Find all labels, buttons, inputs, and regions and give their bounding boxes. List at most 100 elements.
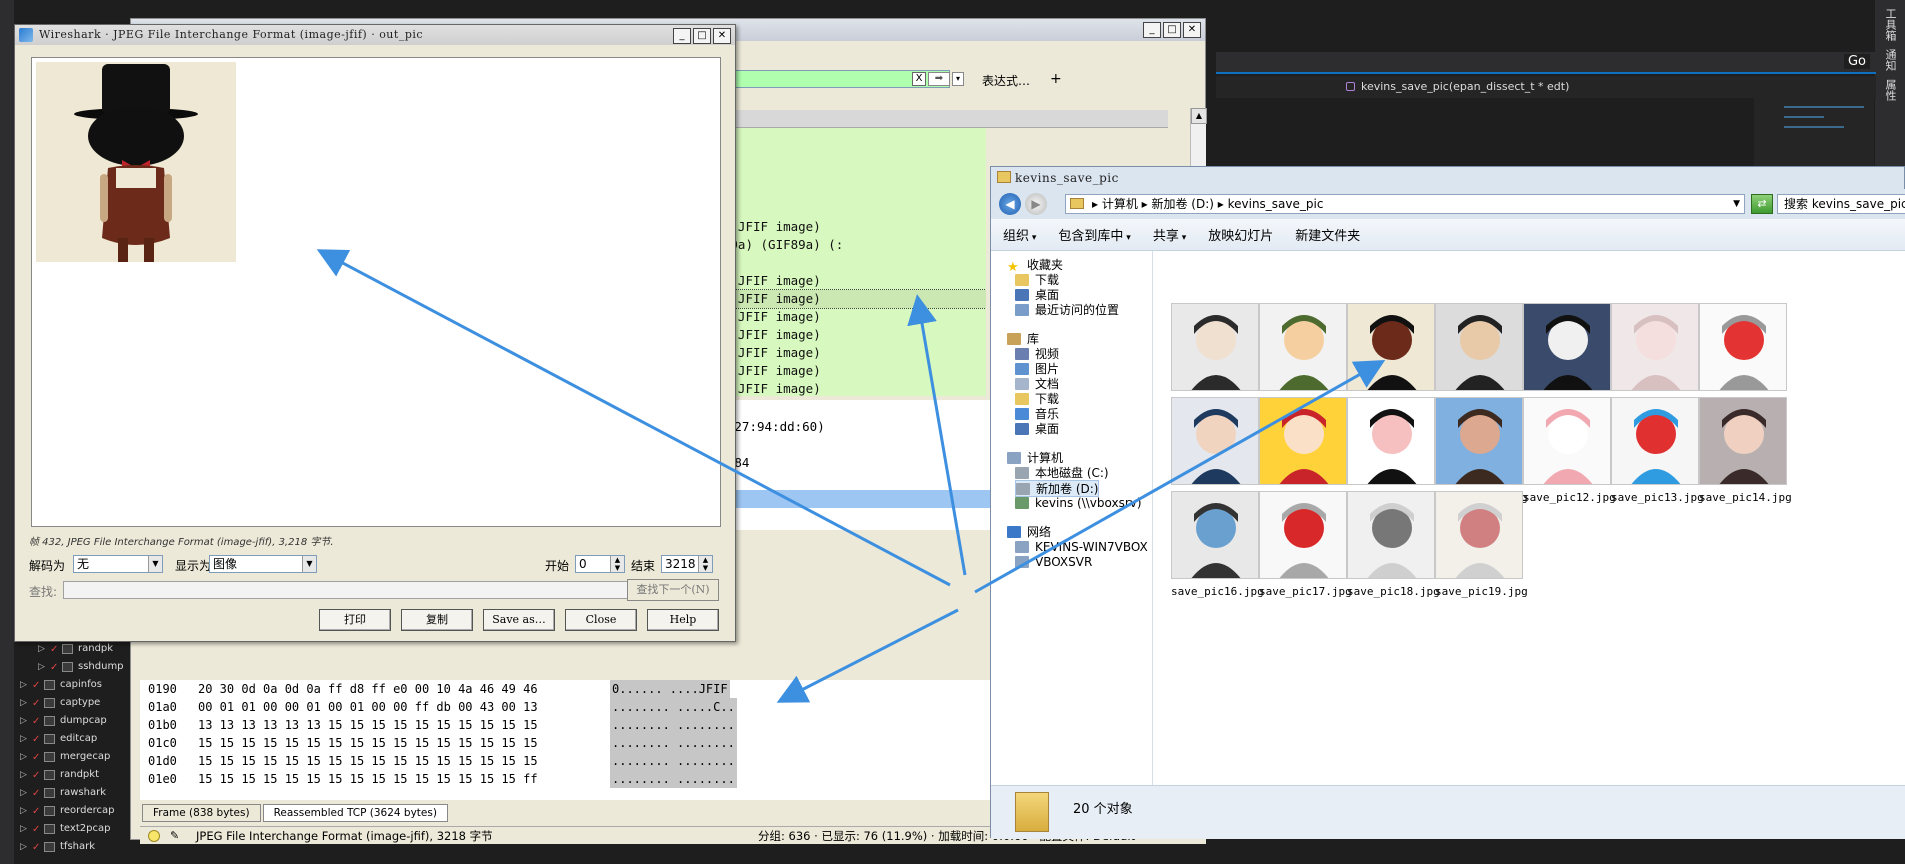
filter-history-dropdown[interactable]: ▾ xyxy=(952,72,964,86)
back-button[interactable]: ◀ xyxy=(999,193,1021,215)
go-button[interactable]: Go xyxy=(1843,54,1870,69)
image-preview xyxy=(1259,397,1347,485)
minimize-button[interactable]: _ xyxy=(1143,22,1161,38)
file-thumbnail[interactable]: save_pic17.jpg xyxy=(1259,491,1352,601)
scroll-up-icon[interactable]: ▲ xyxy=(1191,108,1207,124)
tab-frame[interactable]: Frame (838 bytes) xyxy=(142,804,261,822)
close-button[interactable]: ✕ xyxy=(1183,22,1201,38)
hex-ascii[interactable]: ........ ........ xyxy=(610,716,737,734)
toolbar-button[interactable]: 包含到库中 xyxy=(1058,225,1130,244)
expand-arrow-icon[interactable]: ▷ xyxy=(20,748,27,766)
chevron-down-icon[interactable]: ▼ xyxy=(148,556,162,572)
expand-arrow-icon[interactable]: ▷ xyxy=(20,838,27,856)
file-thumbnail[interactable]: save_pic18.jpg xyxy=(1347,491,1440,601)
expand-arrow-icon[interactable]: ▷ xyxy=(20,766,27,784)
expand-arrow-icon[interactable]: ▷ xyxy=(20,730,27,748)
file-name: save_pic13.jpg xyxy=(1611,491,1704,504)
forward-button[interactable]: ▶ xyxy=(1025,193,1047,215)
hex-row[interactable]: 01a0 00 01 01 00 00 01 00 01 00 00 ff db … xyxy=(140,698,1000,716)
print-button[interactable]: 打印 xyxy=(319,609,391,631)
copy-button[interactable]: 复制 xyxy=(401,609,473,631)
project-icon xyxy=(44,824,55,834)
add-filter-button[interactable]: + xyxy=(1050,71,1062,87)
save-as-button[interactable]: Save as… xyxy=(483,609,555,631)
clear-filter-button[interactable]: X xyxy=(912,72,926,86)
toolbar-button[interactable]: 共享 xyxy=(1153,225,1186,244)
help-button[interactable]: Help xyxy=(647,609,719,631)
code-minimap[interactable] xyxy=(1754,98,1874,168)
address-path[interactable]: ▸ 计算机 ▸ 新加卷 (D:) ▸ kevins_save_pic ▼ xyxy=(1065,194,1745,214)
minimize-button[interactable]: _ xyxy=(673,28,691,44)
side-label-properties[interactable]: 属性 xyxy=(1882,79,1898,101)
edit-comment-icon[interactable]: ✎ xyxy=(170,827,179,845)
file-thumbnail[interactable]: save_pic14.jpg xyxy=(1699,397,1792,507)
expert-info-icon[interactable] xyxy=(148,830,160,842)
hex-row[interactable]: 01e0 15 15 15 15 15 15 15 15 15 15 15 15 … xyxy=(140,770,1000,788)
hex-bytes[interactable]: 00 01 01 00 00 01 00 01 00 00 ff db 00 4… xyxy=(198,698,538,716)
hex-bytes[interactable]: 15 15 15 15 15 15 15 15 15 15 15 15 15 1… xyxy=(198,752,538,770)
start-spinbox[interactable]: 0 ▲ ▼ xyxy=(575,555,625,573)
expand-arrow-icon[interactable]: ▷ xyxy=(38,658,45,676)
maximize-button[interactable]: □ xyxy=(693,28,711,44)
chevron-down-icon[interactable]: ▼ xyxy=(302,556,316,572)
function-navigation-bar[interactable]: kevins_save_pic(epan_dissect_t * edt) xyxy=(1216,76,1876,98)
toolbar-button[interactable]: 新建文件夹 xyxy=(1295,225,1360,244)
file-thumbnail[interactable]: save_pic12.jpg xyxy=(1523,397,1616,507)
close-dialog-button[interactable]: Close xyxy=(565,609,637,631)
expand-arrow-icon[interactable]: ▷ xyxy=(20,694,27,712)
hex-ascii[interactable]: ........ ........ xyxy=(610,770,737,788)
nav-item[interactable]: VBOXSVR xyxy=(1015,554,1092,571)
toolbar-button[interactable]: 放映幻灯片 xyxy=(1208,225,1273,244)
file-thumbnail[interactable]: save_pic16.jpg xyxy=(1171,491,1264,601)
file-thumbnail[interactable]: save_pic19.jpg xyxy=(1435,491,1528,601)
expand-arrow-icon[interactable]: ▷ xyxy=(20,676,27,694)
expand-arrow-icon[interactable]: ▷ xyxy=(20,820,27,838)
search-input[interactable]: 搜索 kevins_save_pic xyxy=(1777,194,1905,214)
hex-ascii[interactable]: ........ .....C.. xyxy=(610,698,737,716)
nav-item[interactable]: 最近访问的位置 xyxy=(1015,302,1119,319)
hex-row[interactable]: 0190 20 30 0d 0a 0d 0a ff d8 ff e0 00 10 … xyxy=(140,680,1000,698)
refresh-button[interactable]: ⇄ xyxy=(1751,194,1773,214)
decode-as-select[interactable]: 无 ▼ xyxy=(73,555,163,573)
side-label-notify[interactable]: 通知 xyxy=(1882,49,1898,71)
file-thumbnail[interactable]: save_pic13.jpg xyxy=(1611,397,1704,507)
hex-ascii[interactable]: ........ ........ xyxy=(610,734,737,752)
show-as-value: 图像 xyxy=(213,557,238,571)
chevron-down-icon[interactable]: ▼ xyxy=(1733,195,1740,213)
hex-bytes[interactable]: 20 30 0d 0a 0d 0a ff d8 ff e0 00 10 4a 4… xyxy=(198,680,538,698)
hex-bytes[interactable]: 15 15 15 15 15 15 15 15 15 15 15 15 15 1… xyxy=(198,734,538,752)
hex-row[interactable]: 01d0 15 15 15 15 15 15 15 15 15 15 15 15 … xyxy=(140,752,1000,770)
hex-ascii[interactable]: 0...... ....JFIF xyxy=(610,680,730,698)
spin-arrows-icon[interactable]: ▲ ▼ xyxy=(698,556,712,572)
hex-row[interactable]: 01b0 13 13 13 13 13 13 15 15 15 15 15 15 … xyxy=(140,716,1000,734)
expand-arrow-icon[interactable]: ▷ xyxy=(20,712,27,730)
nav-item-label: 文档 xyxy=(1035,377,1060,391)
hex-ascii[interactable]: ........ ........ xyxy=(610,752,737,770)
show-as-select[interactable]: 图像 ▼ xyxy=(209,555,317,573)
tree-item[interactable]: ▷ ✓ tfshark xyxy=(14,838,154,856)
tab-reassembled-tcp[interactable]: Reassembled TCP (3624 bytes) xyxy=(262,804,448,822)
side-label-toolbox[interactable]: 工具箱 xyxy=(1882,8,1898,41)
end-spinbox[interactable]: 3218 ▲ ▼ xyxy=(661,555,713,573)
spin-arrows-icon[interactable]: ▲ ▼ xyxy=(610,556,624,572)
hex-row[interactable]: 01c0 15 15 15 15 15 15 15 15 15 15 15 15 … xyxy=(140,734,1000,752)
toolbar-button[interactable]: 组织 xyxy=(1003,225,1036,244)
expand-arrow-icon[interactable]: ▷ xyxy=(20,802,27,820)
expand-arrow-icon[interactable]: ▷ xyxy=(20,784,27,802)
hex-bytes[interactable]: 15 15 15 15 15 15 15 15 15 15 15 15 15 1… xyxy=(198,770,538,788)
find-next-button[interactable]: 查找下一个(N) xyxy=(627,579,719,601)
apply-filter-button[interactable]: ➡ xyxy=(928,72,950,86)
jpeg-window-titlebar[interactable]: Wireshark · JPEG File Interchange Format… xyxy=(15,25,735,45)
tree-item-label: text2pcap xyxy=(60,823,111,834)
close-button[interactable]: ✕ xyxy=(713,28,731,44)
explorer-titlebar[interactable]: kevins_save_pic xyxy=(991,167,1904,189)
nav-item[interactable]: kevins (\\vboxsrv) xyxy=(1015,495,1142,512)
nav-item[interactable]: 桌面 xyxy=(1015,421,1059,438)
expand-arrow-icon[interactable]: ▷ xyxy=(38,640,45,658)
maximize-button[interactable]: □ xyxy=(1163,22,1181,38)
find-input[interactable] xyxy=(63,581,647,599)
expression-button[interactable]: 表达式… xyxy=(982,72,1030,89)
file-name: save_pic17.jpg xyxy=(1259,585,1352,598)
hex-bytes[interactable]: 13 13 13 13 13 13 15 15 15 15 15 15 15 1… xyxy=(198,716,538,734)
image-preview-area xyxy=(31,57,721,527)
